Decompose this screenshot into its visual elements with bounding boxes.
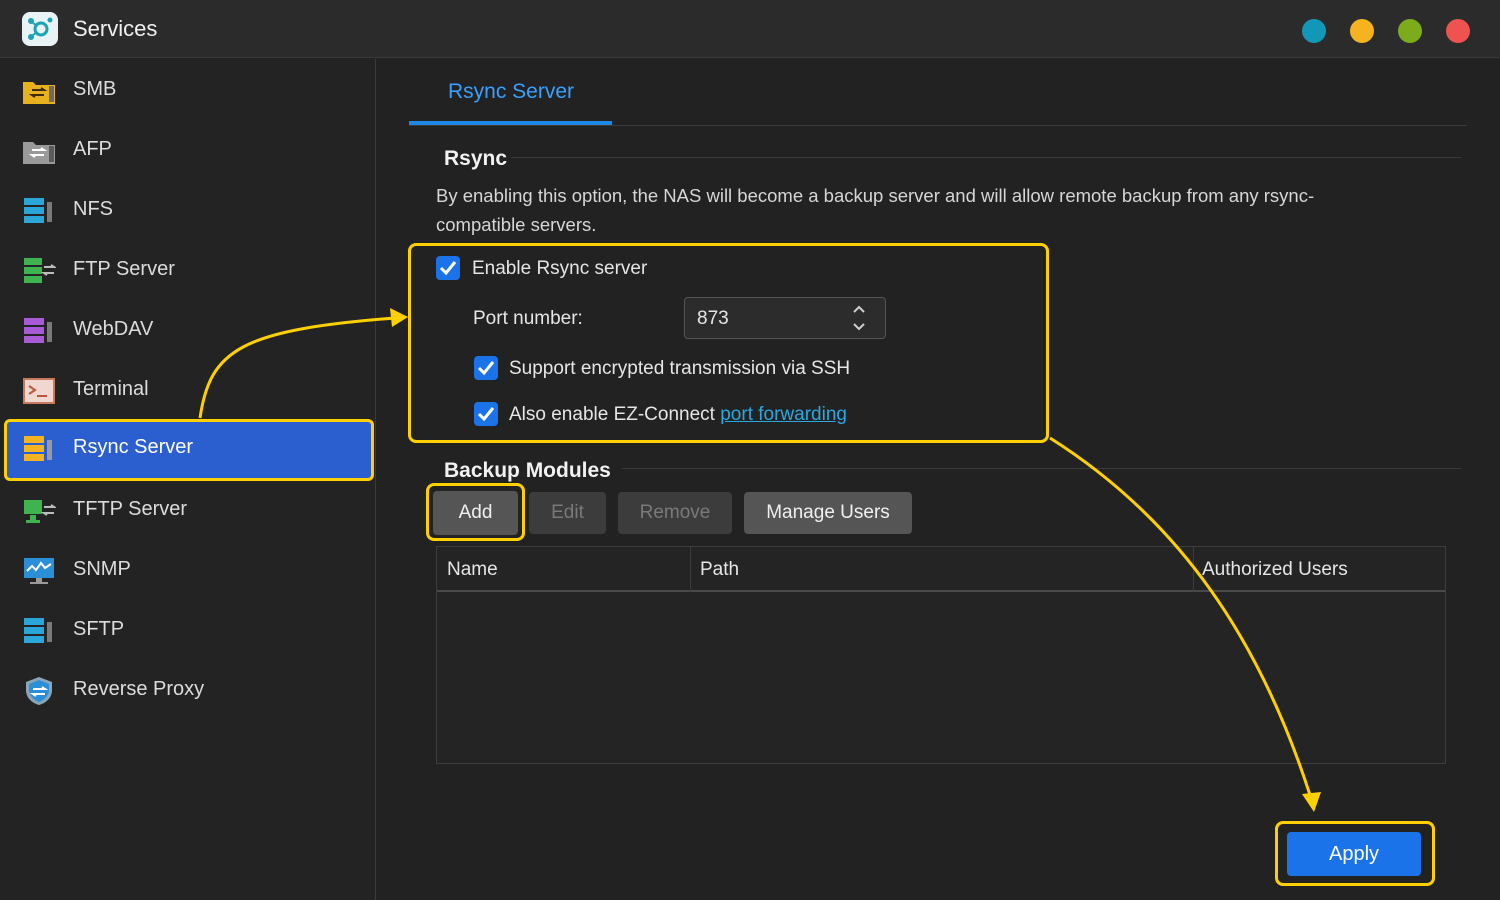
enable-rsync-label: Enable Rsync server — [472, 258, 648, 279]
column-header-path[interactable]: Path — [700, 559, 739, 581]
sidebar-item-label: TFTP Server — [73, 498, 188, 520]
backup-modules-table: Name Path Authorized Users — [436, 546, 1446, 764]
chevron-down-icon[interactable] — [851, 320, 867, 334]
apply-button[interactable]: Apply — [1287, 832, 1421, 876]
nfs-server-icon — [24, 198, 52, 223]
backup-modules-title: Backup Modules — [444, 459, 611, 482]
column-separator — [690, 547, 691, 592]
sidebar-item-label: SFTP — [73, 618, 125, 640]
sidebar-item-label: Rsync Server — [73, 436, 194, 458]
sidebar-item-label: WebDAV — [73, 318, 154, 340]
sidebar-item-afp[interactable]: AFP — [4, 121, 374, 179]
window-dot-teal[interactable] — [1302, 19, 1326, 43]
port-forwarding-link[interactable]: port forwarding — [720, 404, 847, 425]
rsync-server-icon — [24, 436, 52, 461]
reverse-proxy-shield-icon — [26, 677, 52, 705]
rsync-section-title: Rsync — [444, 147, 508, 170]
window-title: Services — [73, 16, 158, 41]
sftp-server-icon — [24, 618, 52, 643]
sidebar-item-snmp[interactable]: SNMP — [4, 541, 374, 599]
sidebar: SMB AFP NFS FTP Server WebDAV Terminal R… — [0, 59, 376, 900]
tab-divider — [409, 125, 1467, 126]
enable-rsync-checkbox[interactable] — [436, 256, 460, 280]
sidebar-item-tftp-server[interactable]: TFTP Server — [4, 481, 374, 539]
title-bar: Services — [0, 0, 1500, 58]
ssh-encryption-checkbox[interactable] — [474, 356, 498, 380]
sidebar-item-sftp[interactable]: SFTP — [4, 601, 374, 659]
tab-label: Rsync Server — [448, 80, 575, 103]
port-number-label: Port number: — [473, 308, 583, 329]
manage-users-button[interactable]: Manage Users — [744, 492, 912, 534]
afp-folder-icon — [23, 142, 55, 164]
rsync-section-rule — [511, 157, 1461, 158]
sidebar-item-label: SMB — [73, 78, 117, 100]
sidebar-item-label: NFS — [73, 198, 113, 220]
ez-connect-checkbox[interactable] — [474, 402, 498, 426]
window-dot-yellow[interactable] — [1350, 19, 1374, 43]
add-button[interactable]: Add — [433, 491, 518, 535]
port-number-value: 873 — [697, 308, 729, 329]
sidebar-item-label: SNMP — [73, 558, 131, 580]
services-app-icon — [22, 12, 58, 46]
column-header-name[interactable]: Name — [447, 559, 498, 581]
sidebar-item-webdav[interactable]: WebDAV — [4, 301, 374, 359]
tftp-server-icon — [24, 500, 56, 523]
backup-section-rule — [622, 468, 1461, 469]
sidebar-item-reverse-proxy[interactable]: Reverse Proxy — [4, 661, 374, 719]
remove-button[interactable]: Remove — [618, 492, 732, 534]
sidebar-item-label: AFP — [73, 138, 112, 160]
ez-connect-label: Also enable EZ-Connect port forwarding — [509, 404, 847, 426]
ftp-server-icon — [24, 258, 56, 283]
ez-connect-text: Also enable EZ-Connect — [509, 404, 715, 425]
edit-button[interactable]: Edit — [529, 492, 606, 534]
table-header: Name Path Authorized Users — [437, 547, 1445, 592]
sidebar-item-label: Reverse Proxy — [73, 678, 205, 700]
window-close-dot[interactable] — [1446, 19, 1470, 43]
snmp-monitor-icon — [24, 558, 54, 584]
main-panel: Rsync Server Rsync By enabling this opti… — [377, 59, 1500, 900]
sidebar-item-label: FTP Server — [73, 258, 175, 280]
smb-folder-icon — [23, 82, 55, 104]
terminal-icon — [23, 378, 55, 404]
sidebar-item-terminal[interactable]: Terminal — [4, 361, 374, 419]
sidebar-item-label: Terminal — [73, 378, 149, 400]
webdav-server-icon — [24, 318, 52, 343]
column-separator — [1193, 547, 1194, 592]
sidebar-item-ftp-server[interactable]: FTP Server — [4, 241, 374, 299]
window-dot-green[interactable] — [1398, 19, 1422, 43]
tab-rsync-server[interactable]: Rsync Server — [409, 59, 612, 125]
sidebar-item-rsync-server[interactable]: Rsync Server — [4, 419, 374, 481]
port-number-input[interactable]: 873 — [684, 297, 886, 339]
column-header-authorized-users[interactable]: Authorized Users — [1202, 559, 1348, 581]
ssh-encryption-label: Support encrypted transmission via SSH — [509, 358, 851, 379]
sidebar-item-smb[interactable]: SMB — [4, 61, 374, 119]
rsync-description: By enabling this option, the NAS will be… — [436, 185, 1315, 235]
sidebar-item-nfs[interactable]: NFS — [4, 181, 374, 239]
chevron-up-icon[interactable] — [851, 302, 867, 316]
